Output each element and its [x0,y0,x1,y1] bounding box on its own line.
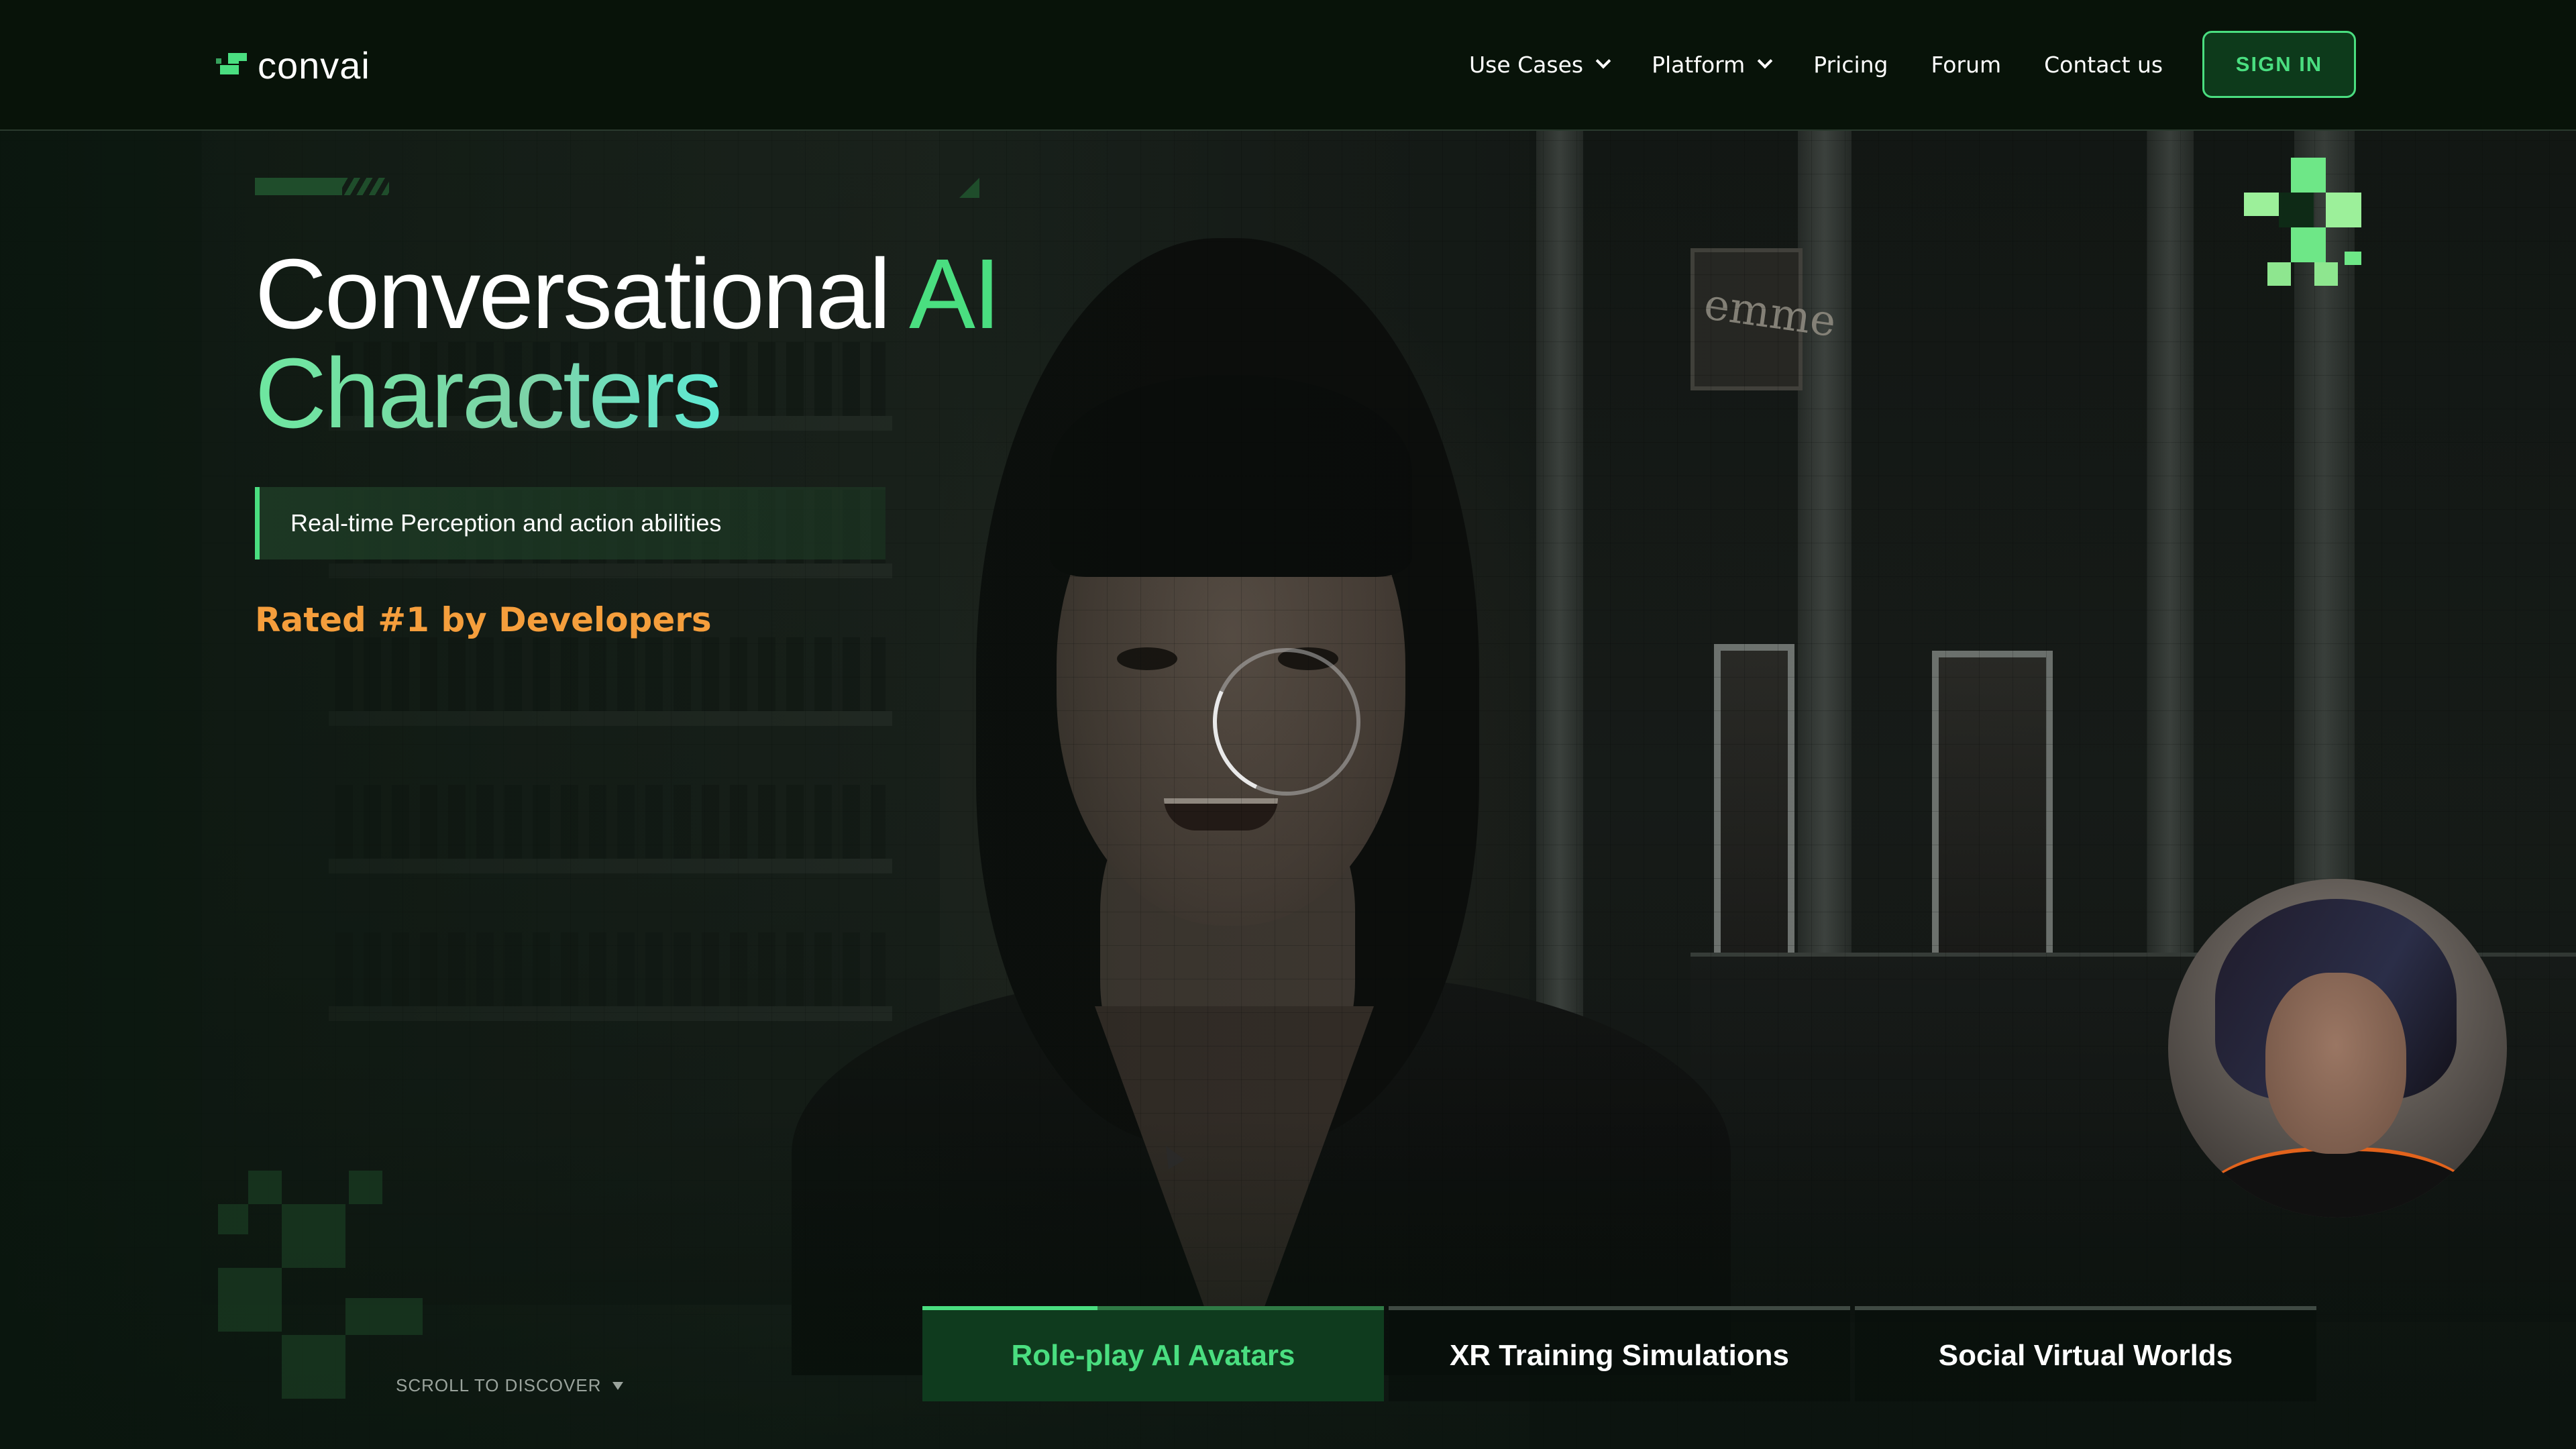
nav-platform[interactable]: Platform [1652,51,1773,78]
webcam-shirt [2195,1147,2483,1218]
use-case-tabs: Role-play AI Avatars XR Training Simulat… [922,1306,2321,1401]
chevron-down-icon [1595,53,1611,69]
hero-subtitle: Real-time Perception and action abilitie… [255,487,885,559]
tab-xr-training-simulations[interactable]: XR Training Simulations [1389,1306,1850,1401]
logo[interactable]: convai [216,42,370,89]
nav-platform-label: Platform [1652,51,1746,78]
deco-corner [959,178,979,198]
top-navbar: convai Use Cases Platform Pricing Forum … [0,0,2576,131]
hero-title-part1: Conversational [255,239,910,350]
scroll-to-discover[interactable]: SCROLL TO DISCOVER [396,1375,623,1396]
deco-stripe [255,178,389,195]
hero-subtitle-text: Real-time Perception and action abilitie… [290,509,722,537]
hero-title: Conversational AI Characters [255,245,1001,443]
hero-title-highlight: AI [909,239,1001,350]
logo-text: convai [258,44,370,87]
pixel-plus-icon [2244,158,2361,292]
nav-forum[interactable]: Forum [1931,52,2002,78]
webcam-face [2265,973,2406,1154]
tab-label: Social Virtual Worlds [1938,1339,2233,1372]
tab-social-virtual-worlds[interactable]: Social Virtual Worlds [1855,1306,2316,1401]
tab-progress-bar [922,1306,1098,1310]
tab-label: XR Training Simulations [1449,1339,1790,1372]
nav-use-cases-label: Use Cases [1469,51,1584,78]
caret-down-icon [612,1381,623,1390]
sign-in-button[interactable]: SIGN IN [2202,31,2356,98]
main-nav: Use Cases Platform Pricing Forum Contact… [1469,46,2206,83]
nav-forum-label: Forum [1931,51,2002,78]
hero-title-line2: Characters [255,338,722,449]
nav-contact[interactable]: Contact us [2044,52,2163,78]
tab-role-play-ai-avatars[interactable]: Role-play AI Avatars [922,1306,1384,1401]
nav-pricing[interactable]: Pricing [1813,52,1888,78]
page: emme convai Use Cases [0,0,2576,1449]
user-webcam-bubble [2168,879,2507,1218]
nav-contact-label: Contact us [2044,51,2163,78]
nav-use-cases[interactable]: Use Cases [1469,51,1611,78]
logo-icon [216,49,248,81]
scroll-label-text: SCROLL TO DISCOVER [396,1375,602,1395]
nav-pricing-label: Pricing [1813,51,1888,78]
rating-badge: Rated #1 by Developers [255,600,712,639]
chevron-down-icon [1757,53,1773,69]
tab-label: Role-play AI Avatars [1011,1339,1295,1372]
